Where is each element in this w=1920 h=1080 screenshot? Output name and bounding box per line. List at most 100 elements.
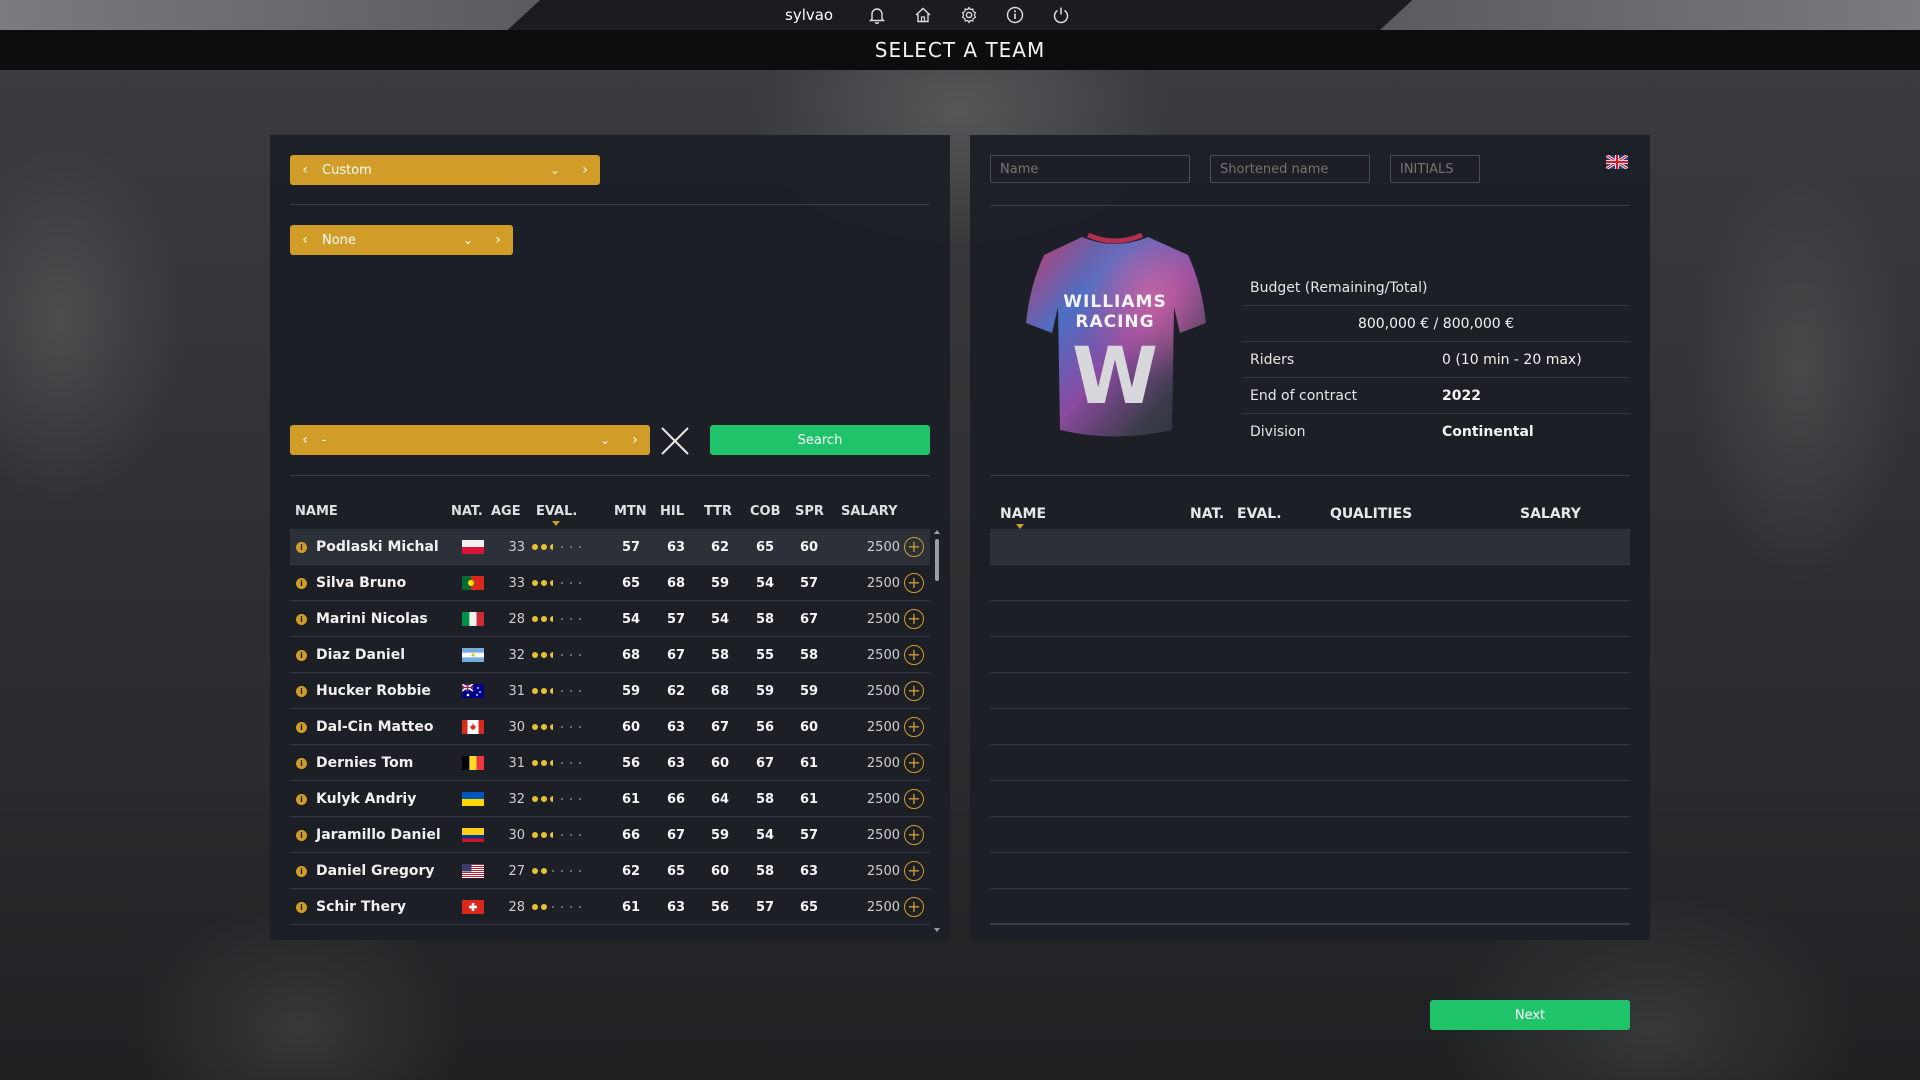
rider-age: 31 [508, 683, 525, 699]
add-rider-icon[interactable]: + [904, 601, 926, 637]
scrollbar-thumb[interactable] [935, 539, 939, 581]
contract-label: End of contract [1250, 388, 1358, 404]
table-row[interactable]: i Dal-Cin Matteo 30 60 63 67 56 60 2500 + [290, 709, 930, 745]
add-rider-icon[interactable]: + [904, 853, 926, 889]
add-rider-icon[interactable]: + [904, 817, 926, 853]
col-nat[interactable]: NAT. [451, 504, 483, 519]
uk-flag-icon[interactable] [1606, 155, 1628, 169]
next-arrow-icon[interactable]: › [570, 162, 600, 178]
rider-info-icon[interactable]: i [296, 781, 308, 817]
add-rider-icon[interactable]: + [904, 781, 926, 817]
top-bar: sylvao [0, 0, 1920, 30]
table-row[interactable]: i Kulyk Andriy 32 61 66 64 58 61 2500 + [290, 781, 930, 817]
col-spr[interactable]: SPR [795, 504, 824, 519]
table-row[interactable]: i Schir Thery 28 61 63 56 57 65 2500 + [290, 889, 930, 925]
rider-info-icon[interactable]: i [296, 853, 308, 889]
bell-icon[interactable] [867, 5, 887, 25]
rider-info-icon[interactable]: i [296, 817, 308, 853]
shortened-name-input[interactable] [1210, 155, 1370, 183]
team-name-input[interactable] [990, 155, 1190, 183]
add-rider-icon[interactable]: + [904, 529, 926, 565]
col-eval[interactable]: EVAL. [1237, 506, 1282, 522]
rider-spr: 60 [799, 719, 819, 735]
division-label: Division [1250, 424, 1306, 440]
rider-mtn: 62 [621, 863, 641, 879]
table-row[interactable]: i Daniel Gregory 27 62 65 60 58 63 2500 + [290, 853, 930, 889]
gear-icon[interactable] [959, 5, 979, 25]
table-row[interactable]: i Hucker Robbie 31 59 62 68 59 59 2500 + [290, 673, 930, 709]
previous-arrow-icon[interactable]: ‹ [290, 432, 320, 448]
rider-name: Diaz Daniel [316, 647, 406, 663]
rider-mtn: 56 [621, 755, 641, 771]
table-row[interactable]: i Diaz Daniel 32 68 67 58 55 58 2500 + [290, 637, 930, 673]
table-row[interactable]: i Podlaski Michal 33 57 63 62 65 60 2500 + [290, 529, 930, 565]
team-dropdown-value: Custom [322, 162, 372, 178]
team-dropdown[interactable]: ‹ Custom ⌄ › [290, 155, 600, 185]
table-row[interactable]: i Jaramillo Daniel 30 66 67 59 54 57 2500 + [290, 817, 930, 853]
argentina-flag-icon [462, 637, 486, 673]
table-row [990, 529, 1630, 565]
rider-info-icon[interactable]: i [296, 529, 308, 565]
rider-info-icon[interactable]: i [296, 673, 308, 709]
col-mtn[interactable]: MTN [614, 504, 647, 519]
col-cob[interactable]: COB [750, 504, 781, 519]
col-salary[interactable]: SALARY [1520, 506, 1581, 522]
rider-info-icon[interactable]: i [296, 889, 308, 925]
rider-mtn: 54 [621, 611, 641, 627]
col-name[interactable]: NAME [295, 504, 338, 519]
rider-ttr: 62 [710, 539, 730, 555]
chevron-down-icon[interactable]: ⌄ [540, 163, 570, 177]
add-rider-icon[interactable]: + [904, 745, 926, 781]
rider-age: 28 [508, 611, 525, 627]
add-rider-icon[interactable]: + [904, 889, 926, 925]
rider-info-icon[interactable]: i [296, 637, 308, 673]
next-arrow-icon[interactable]: › [483, 232, 513, 248]
previous-arrow-icon[interactable]: ‹ [290, 232, 320, 248]
next-arrow-icon[interactable]: › [620, 432, 650, 448]
chevron-down-icon[interactable]: ⌄ [453, 233, 483, 247]
power-icon[interactable] [1051, 5, 1071, 25]
col-eval[interactable]: EVAL. [536, 504, 577, 519]
col-name[interactable]: NAME [1000, 506, 1046, 522]
rider-spr: 61 [799, 791, 819, 807]
page-title: SELECT A TEAM [0, 30, 1920, 70]
rider-eval-rating [532, 637, 592, 673]
col-ttr[interactable]: TTR [704, 504, 732, 519]
info-icon[interactable] [1005, 5, 1025, 25]
rider-name: Daniel Gregory [316, 863, 435, 879]
rider-info-icon[interactable]: i [296, 565, 308, 601]
add-rider-icon[interactable]: + [904, 673, 926, 709]
table-row[interactable]: i Marini Nicolas 28 54 57 54 58 67 2500 + [290, 601, 930, 637]
jersey-text-1: WILLIAMS [1063, 292, 1166, 312]
col-qualities[interactable]: QUALITIES [1330, 506, 1412, 522]
col-nat[interactable]: NAT. [1190, 506, 1224, 522]
rider-age: 33 [508, 575, 525, 591]
table-row[interactable]: i Silva Bruno 33 65 68 59 54 57 2500 + [290, 565, 930, 601]
rider-salary: 2500 [866, 611, 900, 627]
rider-hil: 66 [666, 791, 686, 807]
add-rider-icon[interactable]: + [904, 709, 926, 745]
home-icon[interactable] [913, 5, 933, 25]
col-age[interactable]: AGE [491, 504, 521, 519]
search-dropdown[interactable]: ‹ - ⌄ › [290, 425, 650, 455]
search-button[interactable]: Search [710, 425, 930, 455]
rider-info-icon[interactable]: i [296, 601, 308, 637]
scrollbar[interactable] [934, 530, 940, 932]
add-rider-icon[interactable]: + [904, 637, 926, 673]
initials-input[interactable] [1390, 155, 1480, 183]
rider-info-icon[interactable]: i [296, 745, 308, 781]
add-rider-icon[interactable]: + [904, 565, 926, 601]
filter-dropdown[interactable]: ‹ None ⌄ › [290, 225, 513, 255]
col-salary[interactable]: SALARY [841, 504, 897, 519]
col-hil[interactable]: HIL [660, 504, 684, 519]
rider-name: Dal-Cin Matteo [316, 719, 434, 735]
table-row[interactable]: i Dernies Tom 31 56 63 60 67 61 2500 + [290, 745, 930, 781]
rider-info-icon[interactable]: i [296, 709, 308, 745]
rider-salary: 2500 [866, 899, 900, 915]
budget-value: 800,000 € / 800,000 € [1357, 316, 1515, 332]
clear-search-icon[interactable] [658, 424, 692, 458]
rider-mtn: 68 [621, 647, 641, 663]
previous-arrow-icon[interactable]: ‹ [290, 162, 320, 178]
next-button[interactable]: Next [1430, 1000, 1630, 1030]
chevron-down-icon[interactable]: ⌄ [590, 433, 620, 447]
